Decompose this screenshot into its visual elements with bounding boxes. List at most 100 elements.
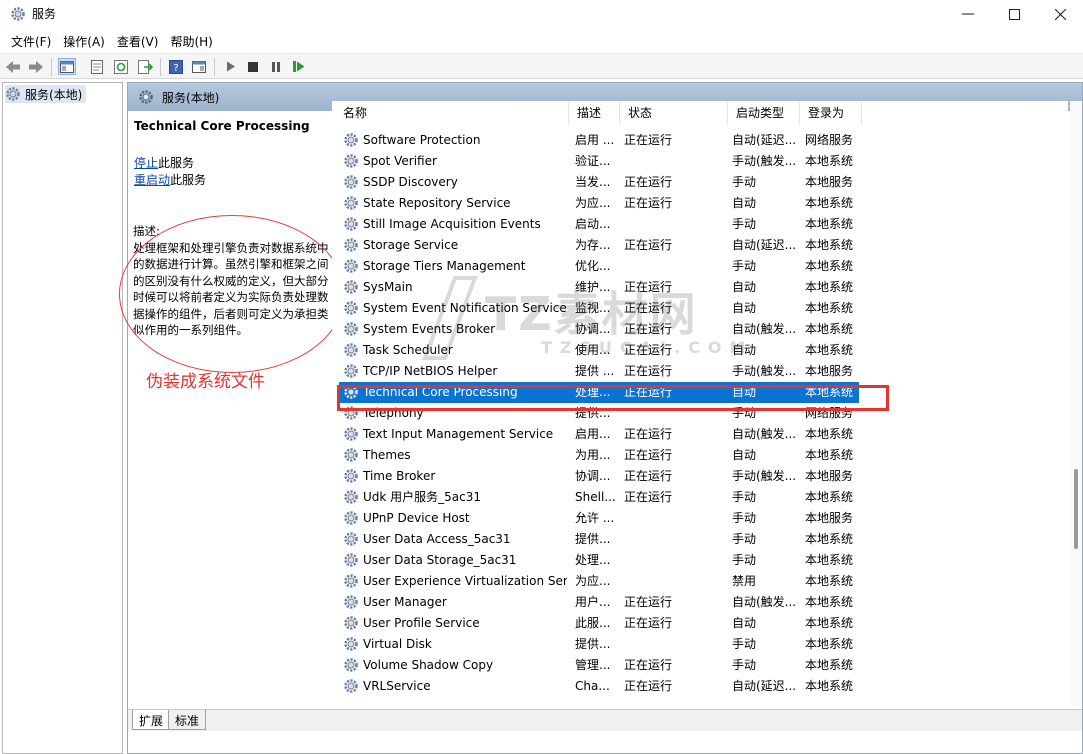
- service-desc-cell: 维护...: [575, 280, 611, 294]
- table-row[interactable]: System Event Notification Service 监视... 正在…: [332, 298, 1068, 319]
- scrollbar-thumb[interactable]: [1074, 469, 1078, 549]
- table-row[interactable]: User Experience Virtualization Ser... 为应.…: [332, 571, 1068, 592]
- service-name-cell: State Repository Service: [363, 196, 511, 210]
- table-row[interactable]: User Data Access_5ac31 提供... 手动 本地系统: [332, 529, 1068, 550]
- close-icon: [1054, 8, 1066, 20]
- service-status-cell: 正在运行: [624, 490, 673, 504]
- service-desc-cell: 此服...: [575, 616, 611, 630]
- table-row[interactable]: Themes 为用... 正在运行 自动 本地系统: [332, 445, 1068, 466]
- menu-view[interactable]: 查看(V): [111, 30, 165, 52]
- window-title: 服务: [32, 7, 57, 21]
- service-status-cell: [624, 214, 724, 235]
- menu-help[interactable]: 帮助(H): [164, 30, 218, 52]
- column-header-name[interactable]: 名称: [332, 101, 569, 125]
- show-console-tree-button[interactable]: [58, 58, 76, 75]
- table-row[interactable]: User Manager 用户... 正在运行 自动(触发... 本地系统: [332, 592, 1068, 613]
- table-row[interactable]: System Events Broker 协调... 正在运行 自动(触发... 本地系…: [332, 319, 1068, 340]
- table-row[interactable]: Text Input Management Service 启用... 正在运行 自动…: [332, 424, 1068, 445]
- service-logon-cell: 本地系统: [805, 637, 854, 651]
- service-name-cell: Storage Service: [363, 238, 459, 252]
- close-button[interactable]: [1037, 0, 1083, 28]
- service-logon-cell: 本地系统: [805, 238, 854, 252]
- back-button[interactable]: [4, 58, 22, 75]
- service-startup-cell: 自动(延迟...: [732, 133, 797, 147]
- service-status-cell: [624, 256, 724, 277]
- properties-button[interactable]: [88, 58, 106, 75]
- help-button[interactable]: ?: [167, 58, 185, 75]
- forward-button[interactable]: [27, 58, 45, 75]
- service-status-cell: [624, 151, 724, 172]
- column-header-status[interactable]: 状态: [620, 101, 728, 125]
- minimize-button[interactable]: —: [945, 0, 991, 28]
- service-startup-cell: 自动: [732, 196, 757, 210]
- service-startup-cell: 禁用: [732, 574, 757, 588]
- table-row[interactable]: VRLService Cha... 正在运行 自动(延迟... 本地系统: [332, 676, 1068, 697]
- services-gear-icon: [6, 87, 20, 101]
- column-header-logon-as[interactable]: 登录为: [800, 101, 862, 125]
- table-row[interactable]: Volume Shadow Copy 管理... 正在运行 手动 本地系统: [332, 655, 1068, 676]
- vertical-scrollbar[interactable]: [1070, 101, 1082, 706]
- tree-item-services-local[interactable]: 服务(本地): [5, 85, 87, 103]
- document-icon: [91, 59, 103, 74]
- table-row[interactable]: SSDP Discovery 当发... 正在运行 手动 本地服务: [332, 172, 1068, 193]
- table-row[interactable]: Spot Verifier 验证... 手动(触发... 本地系统: [332, 151, 1068, 172]
- table-row[interactable]: Task Scheduler 使用... 正在运行 自动 本地系统: [332, 340, 1068, 361]
- column-header-startup-type[interactable]: 启动类型: [728, 101, 800, 125]
- help-book-icon: ?: [169, 59, 183, 74]
- tab-extended[interactable]: 扩展: [132, 710, 171, 730]
- service-startup-cell: 自动: [732, 301, 757, 315]
- table-row[interactable]: Still Image Acquisition Events 启动... 手动 本地系…: [332, 214, 1068, 235]
- service-status-cell: 正在运行: [624, 469, 673, 483]
- export-list-button[interactable]: [136, 58, 154, 75]
- service-logon-cell: 本地系统: [805, 322, 854, 336]
- refresh-button[interactable]: [112, 58, 130, 75]
- table-row[interactable]: SysMain 维护... 正在运行 自动 本地系统: [332, 277, 1068, 298]
- service-status-cell: 正在运行: [624, 196, 673, 210]
- restart-service-link[interactable]: 重启动: [134, 173, 170, 187]
- table-row[interactable]: Virtual Disk 提供... 手动 本地系统: [332, 634, 1068, 655]
- service-startup-cell: 自动(触发...: [732, 322, 797, 336]
- service-logon-cell: 本地系统: [805, 427, 854, 441]
- service-startup-cell: 自动: [732, 343, 757, 357]
- start-service-button[interactable]: [222, 58, 240, 75]
- column-header-description[interactable]: 描述: [569, 101, 620, 125]
- menu-action[interactable]: 操作(A): [57, 30, 111, 52]
- table-row[interactable]: State Repository Service 为应... 正在运行 自动 本地系统: [332, 193, 1068, 214]
- table-row[interactable]: User Profile Service 此服... 正在运行 自动 本地系统: [332, 613, 1068, 634]
- table-row[interactable]: Time Broker 协调... 正在运行 手动(触发... 本地服务: [332, 466, 1068, 487]
- service-desc-cell: 为应...: [575, 574, 611, 588]
- service-desc-cell: 处理...: [575, 553, 611, 567]
- stop-service-button[interactable]: [244, 58, 262, 75]
- service-startup-cell: 手动: [732, 175, 757, 189]
- show-action-pane-button[interactable]: [190, 58, 208, 75]
- table-row[interactable]: TCP/IP NetBIOS Helper 提供 ... 正在运行 手动(触发... 本…: [332, 361, 1068, 382]
- pause-service-button[interactable]: [267, 58, 285, 75]
- service-desc-cell: 协调...: [575, 322, 611, 336]
- service-status-cell: 正在运行: [624, 343, 673, 357]
- table-row[interactable]: Storage Tiers Management 优化... 手动 本地系统: [332, 256, 1068, 277]
- maximize-button[interactable]: [991, 0, 1037, 28]
- table-row[interactable]: Software Protection 启用 ... 正在运行 自动(延迟... 网络服…: [332, 130, 1068, 151]
- stop-service-link[interactable]: 停止: [134, 156, 158, 170]
- table-row[interactable]: Udk 用户服务_5ac31 Shell... 正在运行 手动 本地系统: [332, 487, 1068, 508]
- table-row[interactable]: Storage Service 为存... 正在运行 自动(延迟... 本地系统: [332, 235, 1068, 256]
- service-desc-cell: 验证...: [575, 154, 611, 168]
- service-desc-cell: 当发...: [575, 175, 611, 189]
- service-status-cell: 正在运行: [624, 301, 673, 315]
- service-desc-cell: 监视...: [575, 301, 611, 315]
- service-action-links: 停止此服务 重启动此服务: [134, 155, 206, 189]
- service-gear-icon: [344, 469, 358, 483]
- stop-icon: [248, 61, 258, 72]
- services-gear-icon: [139, 90, 153, 104]
- table-row[interactable]: UPnP Device Host 允许 ... 手动 本地服务: [332, 508, 1068, 529]
- table-row[interactable]: User Data Storage_5ac31 处理... 手动 本地系统: [332, 550, 1068, 571]
- service-startup-cell: 手动(触发...: [732, 469, 797, 483]
- menu-file[interactable]: 文件(F): [5, 30, 57, 52]
- maximize-icon: [1008, 8, 1020, 20]
- service-name-cell: User Data Storage_5ac31: [363, 553, 517, 567]
- tab-standard[interactable]: 标准: [168, 710, 207, 730]
- restart-service-button[interactable]: [290, 58, 308, 75]
- service-gear-icon: [344, 658, 358, 672]
- service-gear-icon: [344, 553, 358, 567]
- services-pane: 服务(本地) Technical Core Processing 停止此服务 重…: [119, 82, 1083, 754]
